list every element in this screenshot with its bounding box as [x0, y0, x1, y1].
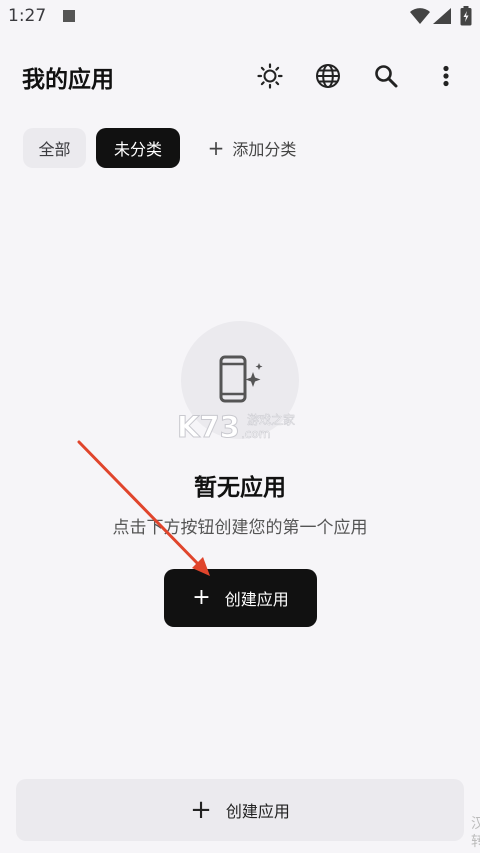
chip-all-label: 全部: [38, 140, 71, 159]
wifi-icon: [410, 8, 430, 24]
globe-icon[interactable]: [313, 61, 343, 91]
plus-icon: +: [190, 795, 212, 825]
category-chips: 全部 未分类 + 添加分类: [0, 128, 480, 170]
create-app-label: 创建应用: [224, 590, 289, 609]
sun-icon[interactable]: [255, 61, 285, 91]
plus-icon: +: [207, 136, 225, 160]
watermark-domain: .com: [241, 427, 270, 441]
create-app-button[interactable]: + 创建应用: [164, 569, 317, 627]
chip-uncategorized-label: 未分类: [113, 140, 162, 159]
watermark-text: 游戏之家: [247, 412, 295, 427]
page-title: 我的应用: [22, 67, 114, 93]
status-time: 1:27: [8, 6, 47, 26]
corner-watermark-text: 汉 转: [471, 816, 480, 850]
battery-icon: [460, 6, 472, 26]
app-bar: 我的应用: [0, 50, 480, 102]
notification-square-icon: [63, 10, 75, 22]
add-category-label: 添加分类: [232, 140, 297, 159]
bottom-create-app-label: 创建应用: [225, 802, 290, 821]
bottom-create-app-button[interactable]: + 创建应用: [16, 779, 464, 841]
watermark-logo: K73 游戏之家 .com: [177, 410, 296, 445]
chip-uncategorized[interactable]: 未分类: [96, 128, 180, 168]
chip-all[interactable]: 全部: [23, 128, 86, 168]
phone-sparkle-icon: [219, 355, 263, 403]
signal-icon: [433, 8, 451, 24]
watermark-k73: K73: [177, 410, 240, 444]
add-category-button[interactable]: + 添加分类: [200, 128, 304, 168]
status-bar: 1:27: [0, 0, 480, 34]
empty-state-title: 暂无应用: [194, 475, 286, 501]
search-icon[interactable]: [371, 61, 401, 91]
more-vert-icon[interactable]: [431, 61, 461, 91]
plus-icon: +: [192, 585, 211, 610]
empty-state-subtitle: 点击下方按钮创建您的第一个应用: [112, 518, 368, 538]
